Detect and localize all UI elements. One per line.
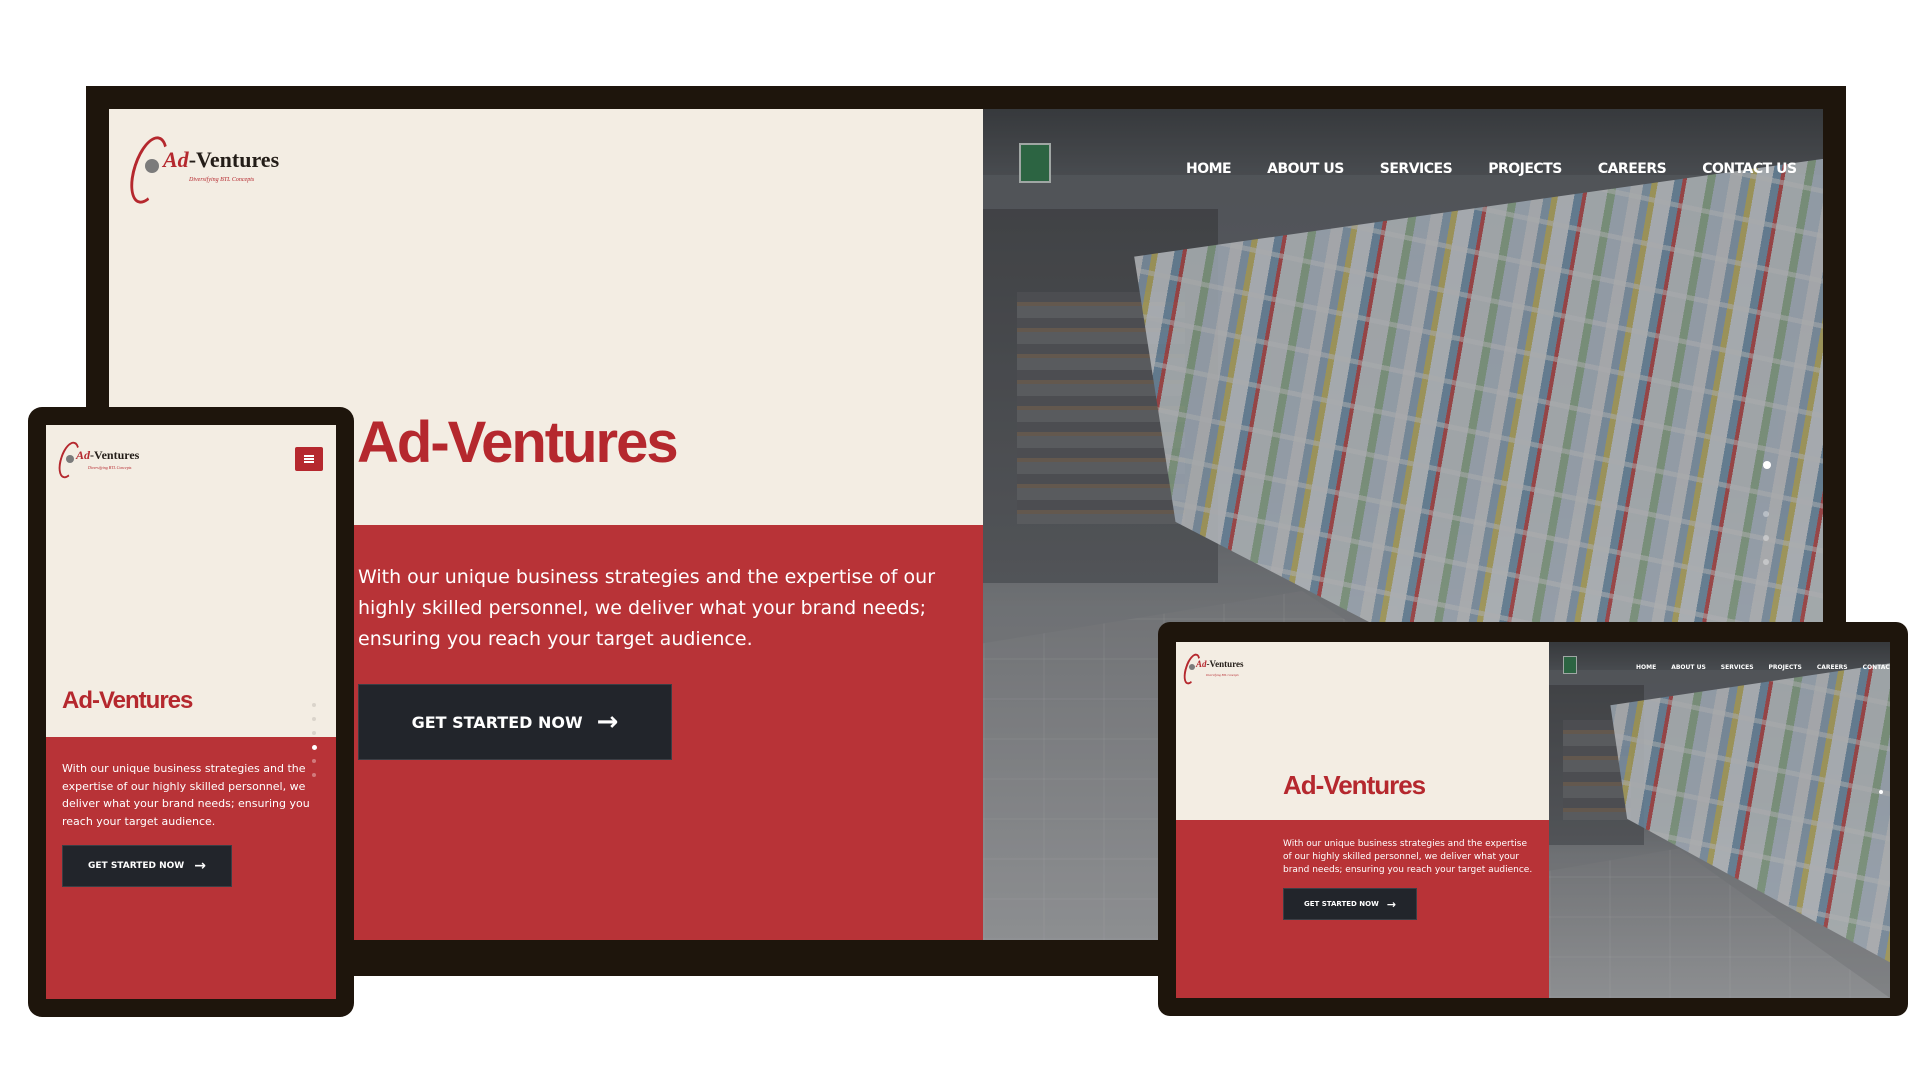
nav-services[interactable]: SERVICES xyxy=(1380,161,1453,177)
nav-home[interactable]: HOME xyxy=(1636,664,1656,671)
logo-tagline: Diversifying BTL Concepts xyxy=(1206,673,1239,677)
logo-ventures: -Ventures xyxy=(188,147,280,172)
tablet-screen: Ad-Ventures Diversifying BTL Concepts HO… xyxy=(1176,642,1890,998)
nav-services[interactable]: SERVICES xyxy=(1721,664,1754,671)
tablet-hero-title: Ad-Ventures xyxy=(1283,770,1426,800)
slider-dot[interactable] xyxy=(1763,559,1769,565)
globe-icon xyxy=(1189,664,1195,670)
nav-careers[interactable]: CAREERS xyxy=(1598,161,1667,177)
hero-title: Ad-Ventures xyxy=(357,410,679,475)
logo-ventures: -Ventures xyxy=(1206,659,1244,669)
arrow-right-icon: → xyxy=(194,858,206,874)
nav-projects[interactable]: PROJECTS xyxy=(1488,161,1562,177)
logo-ad: Ad xyxy=(163,147,189,172)
tablet-hero-description: With our unique business strategies and … xyxy=(1283,839,1533,875)
tablet-hero-background-image xyxy=(1549,642,1890,998)
nav-home[interactable]: HOME xyxy=(1186,161,1232,177)
slider-dot[interactable] xyxy=(1879,790,1883,794)
arrow-right-icon: → xyxy=(1386,897,1397,911)
slider-dot[interactable] xyxy=(312,731,316,735)
logo-tagline: Diversifying BTL Concepts xyxy=(88,465,132,470)
mobile-site-logo[interactable]: Ad-Ventures Diversifying BTL Concepts xyxy=(54,439,140,481)
tablet-main-nav: HOME ABOUT US SERVICES PROJECTS CAREERS … xyxy=(1636,664,1890,671)
get-started-label: GET STARTED NOW xyxy=(88,861,185,871)
logo-ad: Ad xyxy=(1196,659,1207,669)
nav-projects[interactable]: PROJECTS xyxy=(1769,664,1802,671)
mobile-screen: Ad-Ventures Diversifying BTL Concepts Ad… xyxy=(46,425,336,999)
arrow-right-icon: → xyxy=(596,707,619,737)
slider-dot[interactable] xyxy=(1763,535,1769,541)
logo-tagline: Diversifying BTL Concepts xyxy=(189,177,255,183)
globe-icon xyxy=(145,159,159,173)
mobile-hero-title: Ad-Ventures xyxy=(62,687,193,714)
slider-dot[interactable] xyxy=(312,717,316,721)
slider-dot[interactable] xyxy=(1763,511,1769,517)
mobile-get-started-button[interactable]: GET STARTED NOW → xyxy=(62,845,232,887)
globe-icon xyxy=(66,455,74,463)
nav-about-us[interactable]: ABOUT US xyxy=(1671,664,1706,671)
nav-contact-us[interactable]: CONTACT US xyxy=(1702,161,1797,177)
slider-dot[interactable] xyxy=(1763,461,1771,469)
nav-careers[interactable]: CAREERS xyxy=(1817,664,1848,671)
nav-contact-us[interactable]: CONTACT US xyxy=(1863,664,1890,671)
hamburger-menu-button[interactable] xyxy=(295,447,323,471)
get-started-label: GET STARTED NOW xyxy=(1303,900,1379,908)
logo-ventures: -Ventures xyxy=(90,448,140,462)
slider-dot[interactable] xyxy=(312,703,316,707)
mobile-hero-description: With our unique business strategies and … xyxy=(62,762,310,828)
tablet-get-started-button[interactable]: GET STARTED NOW → xyxy=(1283,888,1417,920)
get-started-button[interactable]: GET STARTED NOW → xyxy=(358,684,672,760)
hamburger-icon xyxy=(304,455,314,463)
main-nav: HOME ABOUT US SERVICES PROJECTS CAREERS … xyxy=(1186,161,1797,177)
slider-dot[interactable] xyxy=(312,745,317,750)
site-logo[interactable]: Ad-Ventures Diversifying BTL Concepts xyxy=(122,131,279,209)
logo-ad: Ad xyxy=(76,448,91,462)
nav-about-us[interactable]: ABOUT US xyxy=(1267,161,1344,177)
tablet-site-logo[interactable]: Ad-Ventures Diversifying BTL Concepts xyxy=(1180,651,1246,687)
tablet-frame: Ad-Ventures Diversifying BTL Concepts HO… xyxy=(1158,622,1908,1016)
hero-description: With our unique business strategies and … xyxy=(358,566,936,650)
get-started-label: GET STARTED NOW xyxy=(411,712,583,732)
mobile-phone-frame: Ad-Ventures Diversifying BTL Concepts Ad… xyxy=(28,407,354,1017)
